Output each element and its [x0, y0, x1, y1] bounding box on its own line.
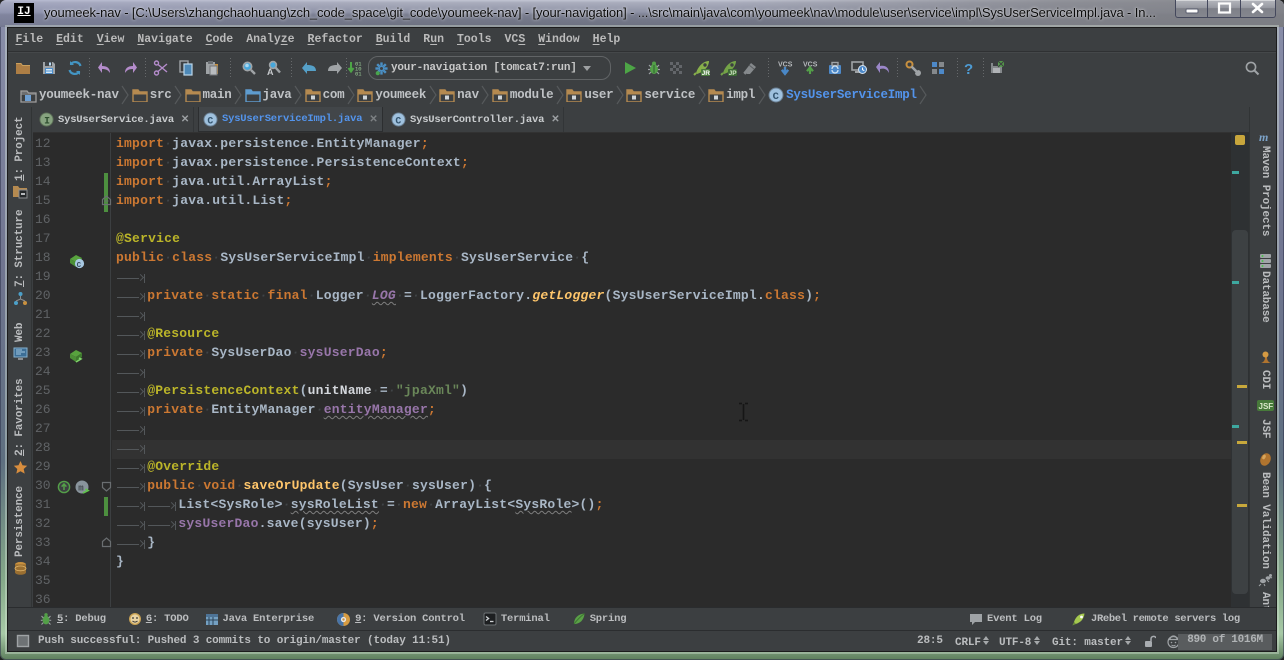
svg-text:I: I	[44, 115, 50, 126]
svg-text:JR: JR	[702, 70, 711, 76]
svg-text:C: C	[773, 91, 780, 103]
svg-text:A: A	[267, 67, 274, 76]
svg-text:C: C	[77, 262, 82, 269]
svg-text:C: C	[395, 115, 401, 126]
svg-text:JP: JP	[729, 70, 738, 76]
svg-text:01: 01	[355, 71, 362, 77]
svg-text:JSF: JSF	[1259, 402, 1274, 411]
svg-text:?: ?	[964, 61, 973, 76]
svg-text:m: m	[1259, 130, 1268, 144]
svg-text:C: C	[207, 115, 213, 126]
